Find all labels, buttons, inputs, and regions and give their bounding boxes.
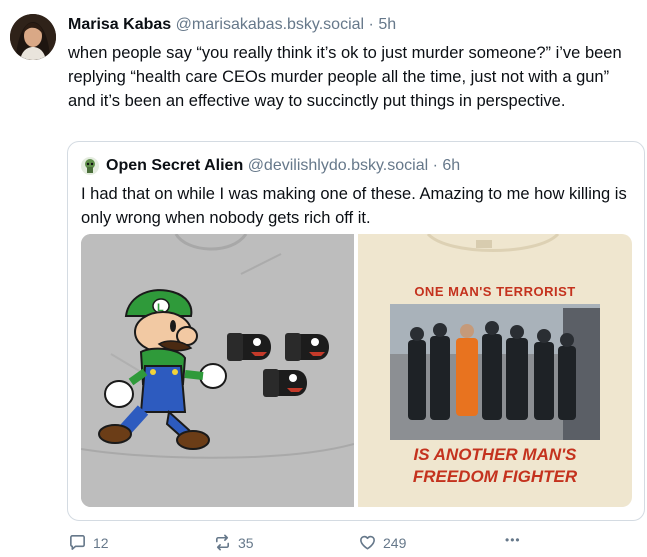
reply-count: 12 [93,534,109,551]
quoted-post-text: I had that on while I was making one of … [81,185,627,227]
like-button[interactable]: 249 [358,533,406,552]
quoted-author-name[interactable]: Open Secret Alien [106,157,243,174]
author-name[interactable]: Marisa Kabas [68,16,171,33]
reply-icon [70,535,85,550]
quoted-post[interactable]: Open Secret Alien @devilishlydo.bsky.soc… [67,141,645,521]
shirt-bottom-line2: FREEDOM FIGHTER [413,467,578,486]
bullet-bill-1 [227,333,271,361]
shirt-luigi-image[interactable]: L [81,234,354,507]
quoted-author-handle[interactable]: @devilishlydo.bsky.social [248,157,428,174]
author-handle[interactable]: @marisakabas.bsky.social [176,16,364,33]
post-text: when people say “you really think it’s o… [68,44,622,110]
heart-icon [360,535,375,550]
more-options-button[interactable]: ••• [505,533,521,547]
like-count: 249 [383,534,407,551]
shirt-top-caption: ONE MAN'S TERRORIST [414,284,575,299]
quoted-author-avatar [81,157,99,175]
more-icon: ••• [505,533,521,547]
separator-dot: · [432,157,438,174]
quoted-post-time: 6h [442,157,461,174]
shirt-terrorist-image[interactable]: ONE MAN'S TERRORIST IS ANOTHER MAN'S FRE… [358,234,632,507]
bullet-bill-2 [285,333,329,361]
repost-icon [215,534,230,551]
post-actions: 12 35 249 ••• [0,533,647,553]
shirt-bottom-line1: IS ANOTHER MAN'S [413,445,577,464]
bullet-bill-3 [263,369,307,397]
separator-dot: · [368,16,374,33]
shirt-photo-print [390,304,600,440]
author-avatar[interactable] [10,14,56,60]
post-header: Marisa Kabas @marisakabas.bsky.social · … [68,16,396,34]
post-time[interactable]: 5h [378,16,396,33]
quoted-post-header: Open Secret Alien @devilishlydo.bsky.soc… [106,157,460,175]
repost-button[interactable]: 35 [213,533,254,552]
reply-button[interactable]: 12 [68,533,109,552]
repost-count: 35 [238,534,254,551]
